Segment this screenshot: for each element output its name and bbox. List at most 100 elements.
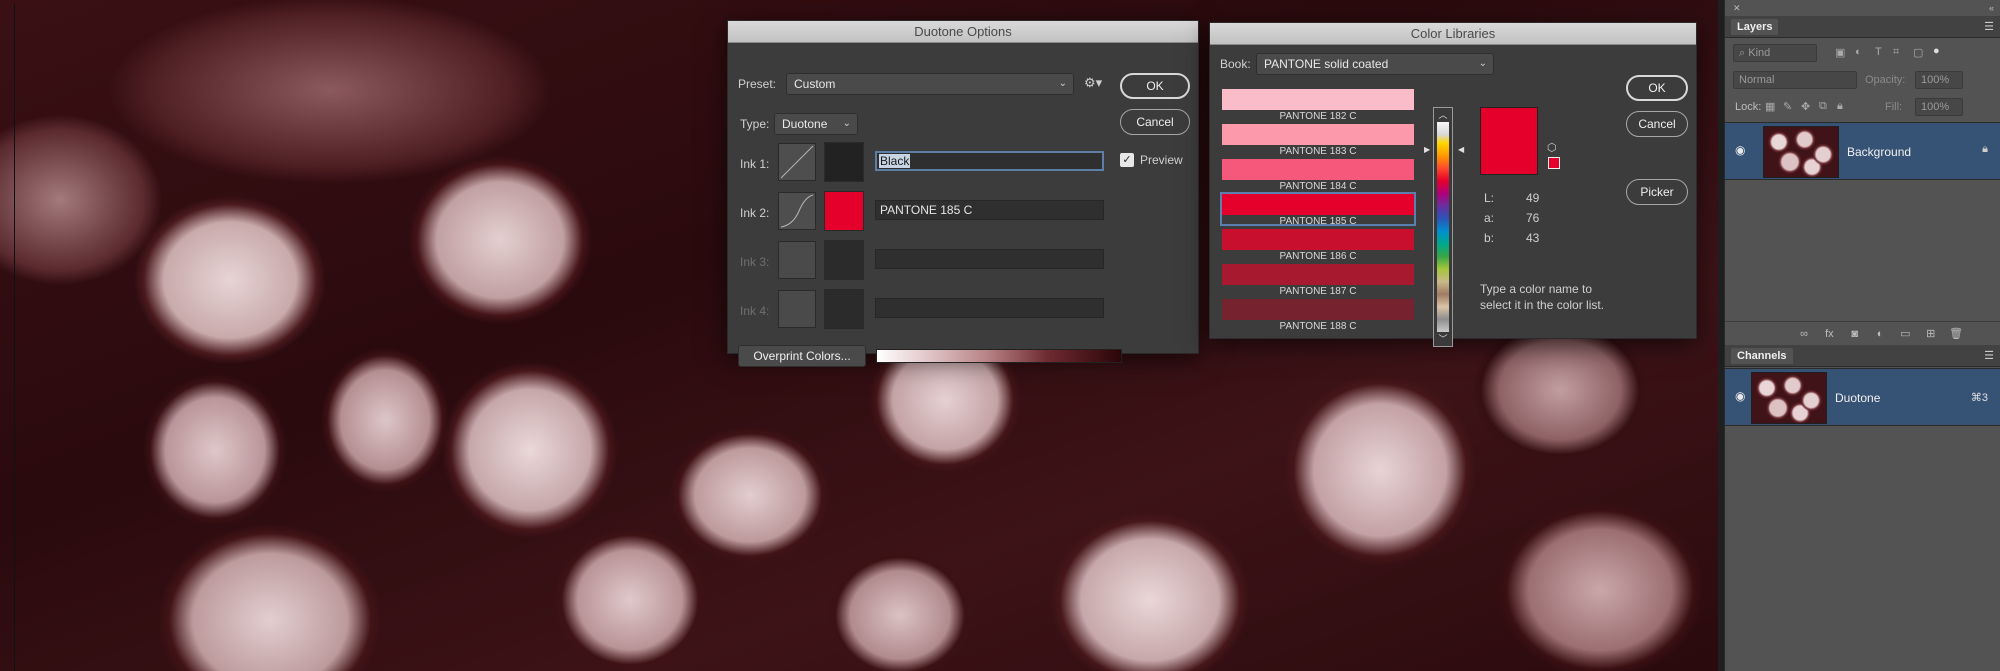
dialog-title: Color Libraries (1210, 23, 1696, 45)
layer-name[interactable]: Background (1847, 145, 1911, 159)
trash-icon[interactable]: 🗑︎ (1945, 327, 1967, 340)
color-name: PANTONE 184 C (1279, 181, 1357, 192)
preview-label: Preview (1140, 153, 1183, 167)
color-swatch[interactable] (1222, 159, 1414, 180)
color-swatch[interactable] (1222, 229, 1414, 250)
picker-button[interactable]: Picker (1626, 179, 1688, 205)
gear-icon[interactable]: ⚙▾ (1084, 75, 1102, 91)
web-safe-swatch[interactable] (1548, 157, 1560, 169)
filter-type-icon[interactable]: T (1875, 46, 1882, 58)
link-layers-icon[interactable]: ∞ (1793, 328, 1815, 340)
ink1-swatch[interactable] (824, 142, 864, 182)
filter-image-icon[interactable]: ▣ (1835, 46, 1845, 59)
layers-footer: ∞ fx ◙ ◐ ▭ ⊞ 🗑︎ (1725, 321, 2000, 343)
color-name: PANTONE 183 C (1279, 146, 1357, 157)
scroll-up-icon[interactable]: ︿ (1437, 109, 1449, 121)
panel-dock: ✕ « Layers ☰ ⌕ Kind ▣ ◐ T ⌗ ▢ ● Normal O… (1724, 0, 2000, 671)
channel-row[interactable]: ◉ Duotone ⌘3 (1725, 368, 2000, 426)
gamut-cube-icon[interactable]: ⬡ (1547, 141, 1557, 154)
add-mask-icon[interactable]: ◙ (1844, 328, 1866, 340)
new-layer-icon[interactable]: ⊞ (1920, 327, 1942, 340)
color-preview (1480, 107, 1538, 175)
spectrum-bar[interactable] (1437, 122, 1449, 332)
filter-kind-select[interactable]: ⌕ Kind (1733, 44, 1817, 62)
scroll-down-icon[interactable]: ﹀ (1437, 333, 1449, 345)
ink4-label: Ink 4: (740, 304, 770, 318)
panel-menu-icon[interactable]: ☰ (1984, 349, 1994, 362)
ok-button[interactable]: OK (1626, 75, 1688, 101)
preset-value: Custom (794, 77, 836, 91)
cancel-button[interactable]: Cancel (1120, 109, 1190, 135)
collapse-icon[interactable]: « (1989, 3, 1994, 13)
channel-thumbnail (1751, 372, 1827, 424)
channel-shortcut: ⌘3 (1970, 392, 1988, 404)
dialog-title: Duotone Options (728, 21, 1198, 43)
preview-checkbox[interactable]: ✓ (1120, 153, 1134, 167)
filter-adjustment-icon[interactable]: ◐ (1855, 46, 1862, 58)
color-name: PANTONE 182 C (1279, 111, 1357, 122)
preset-label: Preset: (738, 77, 777, 91)
color-swatch[interactable] (1222, 264, 1414, 285)
channel-name[interactable]: Duotone (1835, 391, 1880, 405)
ok-button[interactable]: OK (1120, 73, 1190, 99)
visibility-eye-icon[interactable]: ◉ (1735, 143, 1745, 157)
lab-b-value: 43 (1526, 231, 1540, 245)
color-name: PANTONE 186 C (1279, 251, 1357, 262)
ink4-name-field (875, 298, 1104, 318)
ink2-name: PANTONE 185 C (880, 203, 973, 217)
color-swatch[interactable] (1222, 89, 1414, 110)
type-value: Duotone (782, 117, 828, 131)
ink2-name-field[interactable]: PANTONE 185 C (875, 200, 1104, 220)
ink1-curve[interactable] (778, 143, 816, 181)
panel-menu-icon[interactable]: ☰ (1984, 20, 1994, 33)
chevron-down-icon: ⌄ (1478, 58, 1487, 69)
tab-channels[interactable]: Channels (1731, 348, 1793, 364)
color-swatch-selected[interactable] (1222, 194, 1414, 215)
opacity-field[interactable]: 100% (1915, 71, 1963, 89)
lab-b-label: b: (1484, 231, 1495, 245)
search-icon: ⌕ (1739, 47, 1746, 59)
ink1-name-field[interactable]: Black (875, 151, 1104, 171)
preset-select[interactable]: Custom ⌄ (786, 73, 1074, 95)
color-spectrum-slider[interactable]: ︿ ﹀ (1433, 107, 1453, 347)
slider-right-arrow-icon: ◀ (1458, 145, 1465, 154)
ink2-curve[interactable] (778, 192, 816, 230)
lab-a-label: a: (1484, 211, 1495, 225)
lock-transparent-icon[interactable]: ▦ (1765, 100, 1775, 113)
tab-layers[interactable]: Layers (1731, 19, 1779, 35)
layers-tab-bar: Layers ☰ (1725, 16, 2000, 38)
ink2-label: Ink 2: (740, 206, 770, 220)
ink3-name-field (875, 249, 1104, 269)
kind-label: Kind (1748, 47, 1771, 59)
fx-icon[interactable]: fx (1818, 328, 1840, 340)
color-swatch[interactable] (1222, 299, 1414, 320)
filter-smart-object-icon[interactable]: ▢ (1913, 46, 1923, 59)
color-swatch[interactable] (1222, 124, 1414, 145)
lock-position-icon[interactable]: ✥ (1801, 100, 1810, 113)
cancel-button[interactable]: Cancel (1626, 111, 1688, 137)
type-select[interactable]: Duotone ⌄ (774, 113, 858, 135)
lock-all-icon[interactable]: 🔒︎ (1837, 100, 1843, 113)
lock-pixels-icon[interactable]: ✎ (1783, 100, 1792, 113)
lock-artboard-icon[interactable]: ⧉ (1819, 100, 1827, 113)
close-icon[interactable]: ✕ (1733, 3, 1741, 14)
ink2-swatch[interactable] (824, 191, 864, 231)
linear-curve-icon (780, 145, 814, 179)
filter-toggle-icon[interactable]: ● (1933, 45, 1940, 57)
overprint-colors-button[interactable]: Overprint Colors... (738, 345, 866, 367)
hint-text: Type a color name to select it in the co… (1480, 282, 1605, 312)
layer-row[interactable]: ◉ Background 🔒︎ (1725, 122, 2000, 180)
lab-l-label: L: (1484, 191, 1495, 205)
new-group-icon[interactable]: ▭ (1894, 327, 1916, 340)
filter-shape-icon[interactable]: ⌗ (1893, 46, 1899, 59)
book-select[interactable]: PANTONE solid coated ⌄ (1256, 53, 1494, 75)
layer-thumbnail (1763, 126, 1839, 178)
visibility-eye-icon[interactable]: ◉ (1735, 389, 1745, 403)
duotone-gradient-bar (876, 349, 1122, 363)
fill-field[interactable]: 100% (1915, 98, 1963, 116)
channels-tab-bar: Channels ☰ (1725, 345, 2000, 367)
blend-mode-select[interactable]: Normal (1733, 71, 1857, 89)
adjustment-layer-icon[interactable]: ◐ (1869, 328, 1891, 340)
lock-label: Lock: (1735, 101, 1762, 113)
slider-left-arrow-icon: ▶ (1424, 145, 1431, 154)
